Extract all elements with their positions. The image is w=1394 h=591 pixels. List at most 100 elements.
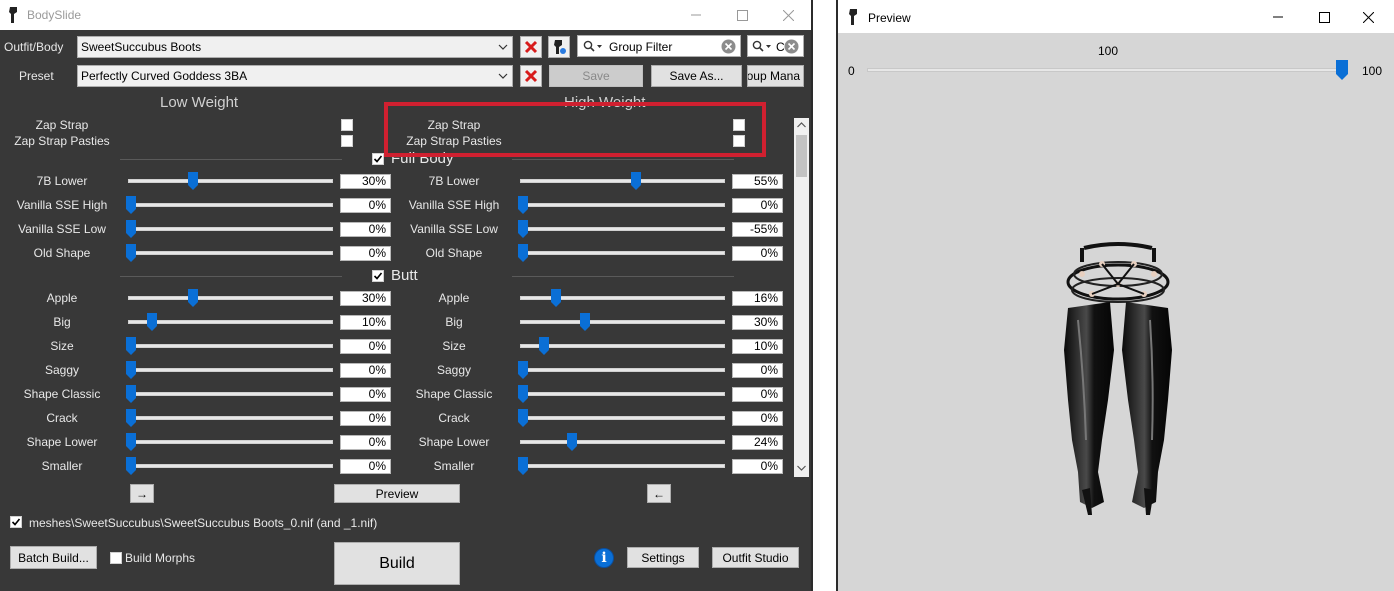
slider-value-high[interactable]: 0% <box>732 198 783 213</box>
slider-track-low[interactable] <box>128 464 333 468</box>
slider-thumb-high[interactable] <box>550 289 561 307</box>
slider-track-high[interactable] <box>520 179 725 183</box>
preview-maximize-button[interactable] <box>1301 2 1347 32</box>
slider-scrollbar[interactable] <box>794 118 809 477</box>
slider-value-low[interactable]: 0% <box>340 246 391 261</box>
slider-value-low[interactable]: 10% <box>340 315 391 330</box>
preview-button[interactable]: Preview <box>334 484 460 503</box>
outfit-studio-shortcut-button[interactable] <box>548 36 570 58</box>
clear-outfit-button[interactable] <box>520 36 542 58</box>
slider-value-low[interactable]: 0% <box>340 411 391 426</box>
outfit-body-combobox[interactable]: SweetSuccubus Boots <box>77 36 513 58</box>
slider-track-low[interactable] <box>128 440 333 444</box>
slider-thumb-high[interactable] <box>630 172 641 190</box>
slider-track-high[interactable] <box>520 392 725 396</box>
slider-thumb-high[interactable] <box>518 409 528 427</box>
slider-thumb-high[interactable] <box>518 220 528 238</box>
slider-thumb-low[interactable] <box>187 289 198 307</box>
slider-thumb-high[interactable] <box>518 457 528 475</box>
slider-value-high[interactable]: 30% <box>732 315 783 330</box>
group-manager-button[interactable]: oup Mana <box>747 65 804 87</box>
weight-slider-thumb[interactable] <box>1336 60 1348 80</box>
slider-thumb-low[interactable] <box>126 361 136 379</box>
slider-track-low[interactable] <box>128 179 333 183</box>
build-button[interactable]: Build <box>334 542 460 585</box>
slider-value-high[interactable]: 0% <box>732 459 783 474</box>
slider-track-high[interactable] <box>520 344 725 348</box>
slider-track-low[interactable] <box>128 416 333 420</box>
save-as-button[interactable]: Save As... <box>651 65 742 87</box>
slider-thumb-low[interactable] <box>126 433 136 451</box>
slider-value-low[interactable]: 0% <box>340 339 391 354</box>
preview-titlebar[interactable]: Preview <box>838 0 1394 33</box>
group-checkbox[interactable] <box>372 270 384 282</box>
settings-button[interactable]: Settings <box>627 547 699 568</box>
outfit-studio-button[interactable]: Outfit Studio <box>712 547 799 568</box>
copy-to-high-button[interactable]: → <box>130 484 154 503</box>
slider-track-high[interactable] <box>520 416 725 420</box>
slider-value-high[interactable]: 16% <box>732 291 783 306</box>
slider-value-high[interactable]: 0% <box>732 363 783 378</box>
slider-track-low[interactable] <box>128 320 333 324</box>
slider-track-high[interactable] <box>520 227 725 231</box>
slider-track-high[interactable] <box>520 203 725 207</box>
slider-thumb-high[interactable] <box>579 313 590 331</box>
minimize-button[interactable] <box>673 0 719 30</box>
slider-track-low[interactable] <box>128 203 333 207</box>
slider-track-low[interactable] <box>128 368 333 372</box>
group-filter-search[interactable]: Group Filter <box>577 35 741 57</box>
preview-close-button[interactable] <box>1345 2 1391 32</box>
slider-value-low[interactable]: 0% <box>340 198 391 213</box>
slider-track-low[interactable] <box>128 392 333 396</box>
preset-combobox[interactable]: Perfectly Curved Goddess 3BA <box>77 65 513 87</box>
copy-to-low-button[interactable]: ← <box>647 484 671 503</box>
slider-value-high[interactable]: -55% <box>732 222 783 237</box>
info-icon[interactable]: i <box>594 548 614 568</box>
bodyslide-titlebar[interactable]: BodySlide <box>0 0 811 30</box>
scroll-up-icon[interactable] <box>797 122 806 128</box>
slider-track-high[interactable] <box>520 440 725 444</box>
slider-track-high[interactable] <box>520 251 725 255</box>
slider-track-low[interactable] <box>128 227 333 231</box>
slider-thumb-low[interactable] <box>126 220 136 238</box>
group-checkbox[interactable] <box>372 153 384 165</box>
slider-thumb-low[interactable] <box>126 244 136 262</box>
slider-track-low[interactable] <box>128 296 333 300</box>
slider-track-low[interactable] <box>128 251 333 255</box>
slider-value-high[interactable]: 55% <box>732 174 783 189</box>
weight-slider-track[interactable] <box>867 68 1348 72</box>
slider-thumb-high[interactable] <box>518 385 528 403</box>
slider-track-low[interactable] <box>128 344 333 348</box>
clear-preset-button[interactable] <box>520 65 542 87</box>
slider-thumb-low[interactable] <box>126 457 136 475</box>
slider-value-high[interactable]: 0% <box>732 246 783 261</box>
slider-thumb-high[interactable] <box>518 196 528 214</box>
save-button[interactable]: Save <box>549 65 643 87</box>
slider-value-high[interactable]: 0% <box>732 411 783 426</box>
slider-value-low[interactable]: 0% <box>340 363 391 378</box>
slider-value-low[interactable]: 0% <box>340 222 391 237</box>
secondary-filter-search[interactable]: C <box>747 35 804 57</box>
build-morphs-checkbox[interactable] <box>110 552 122 564</box>
preview-minimize-button[interactable] <box>1255 2 1301 32</box>
scroll-down-icon[interactable] <box>797 465 806 471</box>
batch-build-button[interactable]: Batch Build... <box>10 546 97 569</box>
zap-strap-low-checkbox[interactable] <box>341 119 353 131</box>
slider-value-low[interactable]: 30% <box>340 291 391 306</box>
preview-3d-model[interactable] <box>1058 240 1178 515</box>
slider-thumb-high[interactable] <box>538 337 549 355</box>
slider-track-high[interactable] <box>520 320 725 324</box>
close-button[interactable] <box>765 0 811 30</box>
slider-thumb-low[interactable] <box>146 313 157 331</box>
clear-search-icon[interactable] <box>721 39 736 54</box>
slider-value-high[interactable]: 0% <box>732 387 783 402</box>
slider-value-low[interactable]: 0% <box>340 459 391 474</box>
slider-thumb-low[interactable] <box>126 337 136 355</box>
slider-thumb-low[interactable] <box>126 385 136 403</box>
slider-thumb-low[interactable] <box>187 172 198 190</box>
slider-track-high[interactable] <box>520 464 725 468</box>
output-path-checkbox[interactable] <box>10 516 22 528</box>
slider-thumb-high[interactable] <box>518 361 528 379</box>
slider-value-low[interactable]: 0% <box>340 387 391 402</box>
slider-value-low[interactable]: 0% <box>340 435 391 450</box>
